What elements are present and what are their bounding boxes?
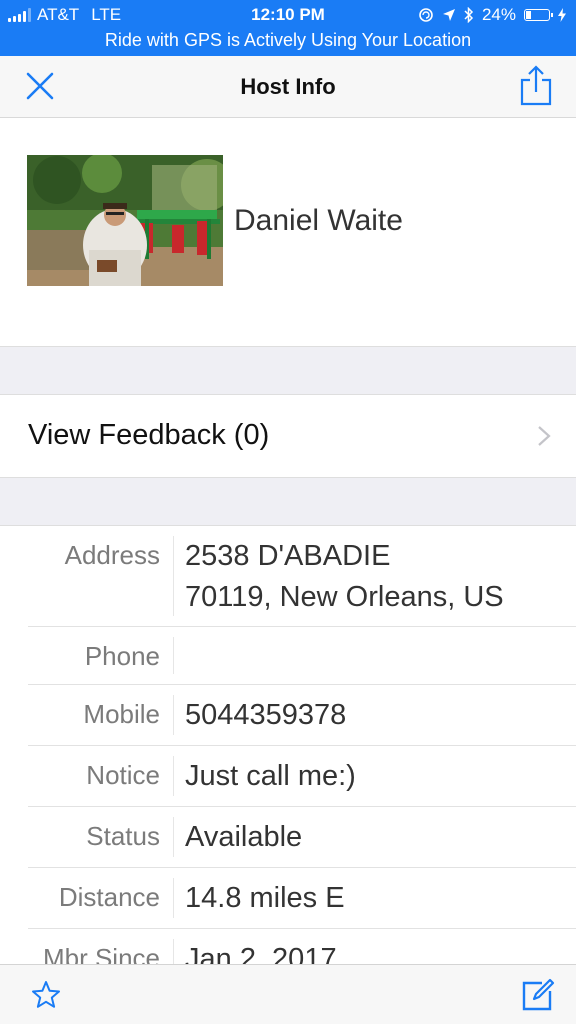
chevron-right-icon bbox=[538, 426, 551, 446]
view-feedback-row[interactable]: View Feedback (0) bbox=[0, 395, 576, 477]
detail-separator bbox=[173, 536, 174, 616]
host-photo bbox=[27, 155, 223, 286]
detail-label: Notice bbox=[86, 760, 160, 790]
detail-label: Status bbox=[86, 821, 160, 851]
battery-icon bbox=[524, 9, 553, 21]
location-lock-icon bbox=[419, 8, 433, 22]
detail-label: Phone bbox=[84, 641, 160, 671]
detail-row-mobile: Mobile 5044359378 bbox=[28, 685, 576, 746]
view-feedback-label: View Feedback (0) bbox=[28, 419, 270, 451]
detail-value-distance: 14.8 miles E bbox=[185, 882, 345, 914]
host-details: Address 2538 D'ABADIE 70119, New Orleans… bbox=[0, 526, 576, 964]
detail-separator bbox=[173, 637, 174, 674]
battery-percent: 24% bbox=[481, 5, 516, 24]
detail-separator bbox=[173, 695, 174, 735]
detail-separator bbox=[173, 939, 174, 964]
section-divider bbox=[0, 346, 576, 395]
detail-label: Mbr Since bbox=[42, 943, 160, 964]
host-name: Daniel Waite bbox=[234, 204, 403, 237]
charging-icon bbox=[558, 8, 566, 22]
detail-label: Mobile bbox=[83, 699, 160, 729]
edit-icon[interactable] bbox=[520, 977, 556, 1013]
detail-value-member-since: Jan 2, 2017 bbox=[185, 943, 337, 964]
detail-row-phone: Phone bbox=[28, 627, 576, 685]
detail-label: Distance bbox=[58, 882, 160, 912]
status-bar: AT&T LTE 12:10 PM 24% Ride with GPS is A… bbox=[0, 0, 576, 56]
host-profile: Daniel Waite bbox=[0, 118, 576, 346]
section-divider bbox=[0, 477, 576, 526]
share-icon[interactable] bbox=[518, 64, 554, 108]
detail-row-notice: Notice Just call me:) bbox=[28, 746, 576, 807]
detail-value-status: Available bbox=[185, 821, 303, 853]
bottom-toolbar bbox=[0, 964, 576, 1024]
detail-value-mobile[interactable]: 5044359378 bbox=[185, 695, 346, 736]
detail-row-distance: Distance 14.8 miles E bbox=[28, 868, 576, 929]
bluetooth-icon bbox=[464, 7, 474, 23]
detail-label: Address bbox=[64, 540, 160, 570]
detail-separator bbox=[173, 817, 174, 857]
star-icon[interactable] bbox=[30, 979, 62, 1011]
detail-row-member-since: Mbr Since Jan 2, 2017 bbox=[28, 929, 576, 964]
detail-row-status: Status Available bbox=[28, 807, 576, 868]
page-title: Host Info bbox=[240, 74, 336, 99]
detail-value-address: 2538 D'ABADIE 70119, New Orleans, US bbox=[185, 540, 504, 613]
detail-separator bbox=[173, 878, 174, 918]
detail-value-notice: Just call me:) bbox=[185, 760, 356, 792]
detail-row-address: Address 2538 D'ABADIE 70119, New Orleans… bbox=[28, 526, 576, 627]
gps-banner[interactable]: Ride with GPS is Actively Using Your Loc… bbox=[0, 30, 576, 51]
location-arrow-icon bbox=[442, 9, 455, 21]
detail-separator bbox=[173, 756, 174, 796]
navigation-bar: Host Info bbox=[0, 56, 576, 118]
